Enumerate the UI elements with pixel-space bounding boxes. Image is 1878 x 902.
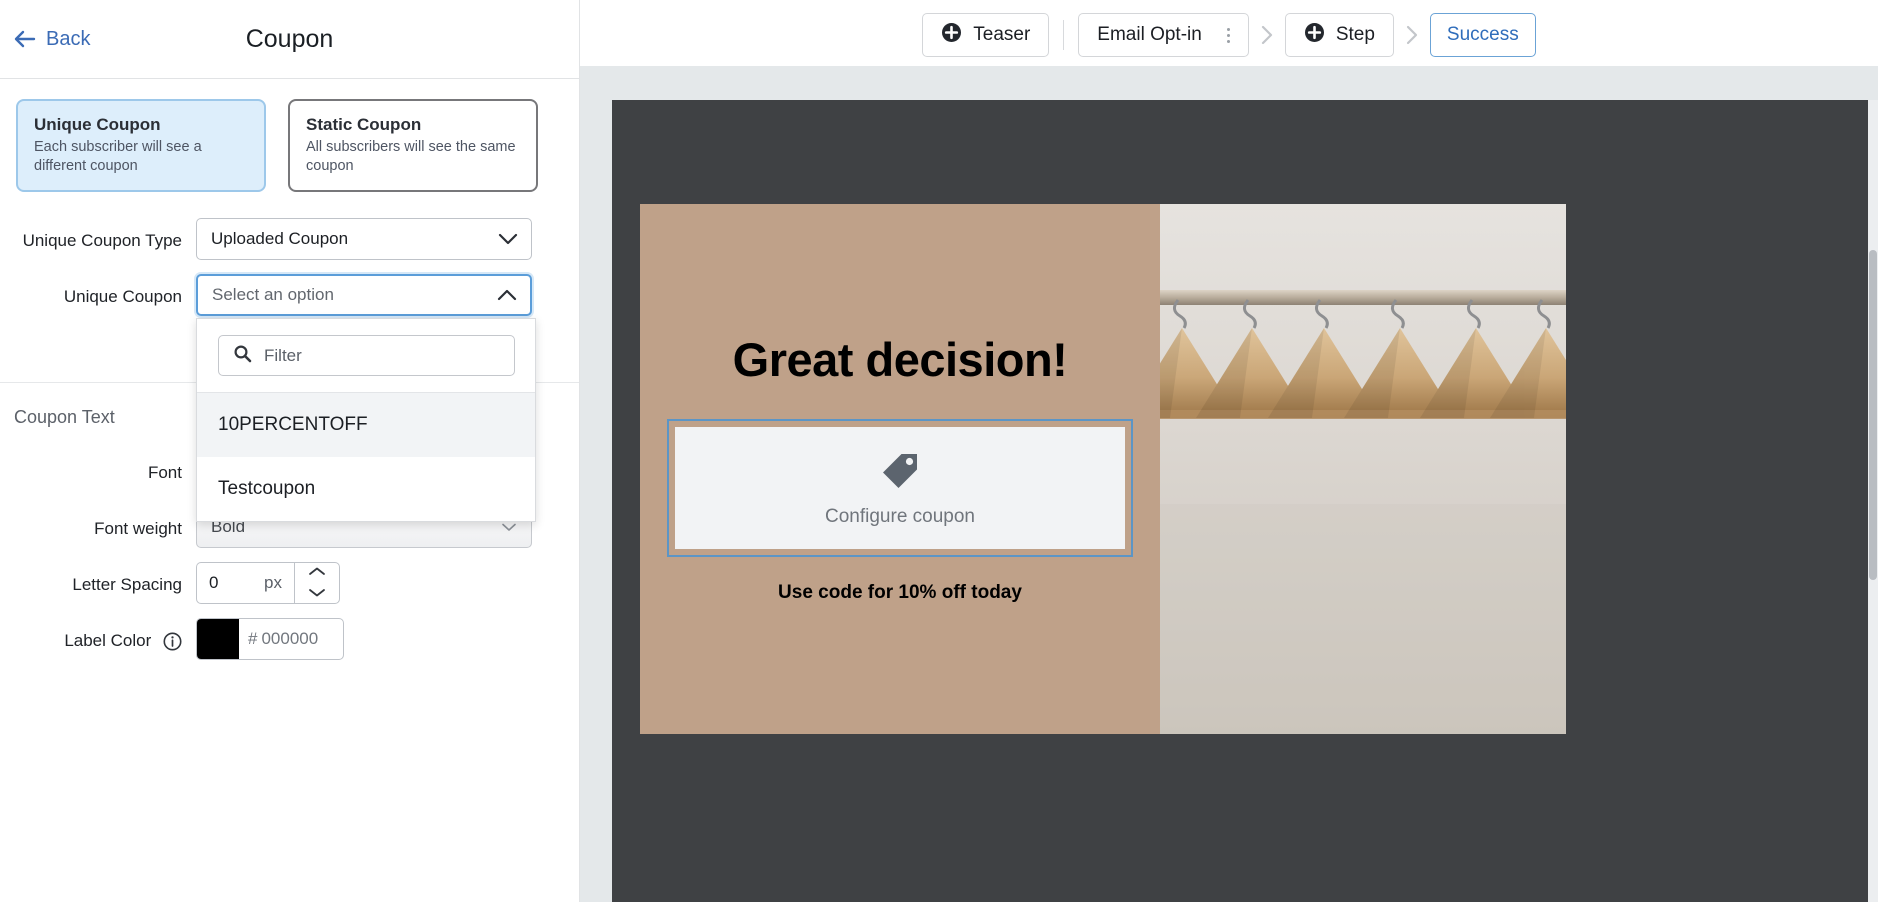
option-label: Testcoupon bbox=[218, 478, 316, 499]
dropdown-option-testcoupon[interactable]: Testcoupon bbox=[197, 457, 535, 521]
unique-coupon-dropdown-anchor: Select an option Filter 10PERCENTOFF Tes… bbox=[196, 274, 536, 522]
coupon-settings-panel: Back Coupon Unique Coupon Each subscribe… bbox=[0, 0, 580, 902]
card-title: Static Coupon bbox=[306, 115, 422, 134]
popup-subtext: Use code for 10% off today bbox=[778, 582, 1022, 603]
tag-icon bbox=[877, 448, 923, 499]
filter-input[interactable]: Filter bbox=[218, 335, 515, 376]
info-icon[interactable] bbox=[163, 632, 182, 651]
hash-symbol: # bbox=[248, 629, 258, 648]
search-icon bbox=[233, 344, 252, 368]
preview-scrollbar-thumb[interactable] bbox=[1869, 250, 1877, 580]
chevron-down-icon bbox=[497, 232, 519, 246]
add-step-button[interactable]: Step bbox=[1284, 13, 1394, 57]
preview-stage: Great decision! Configure coupon Use cod… bbox=[580, 66, 1878, 902]
field-label: Letter Spacing bbox=[72, 575, 182, 594]
coupon-type-card-static[interactable]: Static Coupon All subscribers will see t… bbox=[288, 99, 538, 192]
add-teaser-button[interactable]: Teaser bbox=[922, 13, 1050, 57]
coupon-placeholder-caption: Configure coupon bbox=[825, 506, 975, 527]
unique-coupon-dropdown-menu: Filter 10PERCENTOFF Testcoupon bbox=[196, 318, 536, 522]
field-label: Font weight bbox=[94, 519, 182, 538]
field-label: Label Color bbox=[14, 618, 196, 653]
field-row-label-color: Label Color # 000000 bbox=[0, 618, 579, 660]
letter-spacing-unit: px bbox=[264, 573, 282, 592]
unique-coupon-select[interactable]: Select an option bbox=[196, 274, 532, 316]
panel-body: Unique Coupon Each subscriber will see a… bbox=[0, 79, 579, 660]
coupon-type-card-unique[interactable]: Unique Coupon Each subscriber will see a… bbox=[16, 99, 266, 192]
step-success[interactable]: Success bbox=[1429, 13, 1536, 57]
back-label: Back bbox=[46, 27, 91, 50]
select-value: Uploaded Coupon bbox=[211, 229, 349, 248]
step-email-optin[interactable]: Email Opt-in bbox=[1078, 13, 1249, 57]
field-row-letter-spacing: Letter Spacing 0 px bbox=[0, 562, 579, 604]
chevron-up-icon bbox=[496, 288, 518, 302]
more-options-icon[interactable] bbox=[1226, 27, 1230, 43]
field-label: Unique Coupon bbox=[63, 287, 182, 306]
card-title: Unique Coupon bbox=[34, 115, 161, 134]
nav-separator bbox=[1063, 20, 1065, 50]
teaser-label: Teaser bbox=[973, 24, 1031, 45]
coupon-placeholder[interactable]: Configure coupon bbox=[675, 427, 1125, 549]
plus-circle-icon bbox=[941, 22, 962, 49]
hex-value: 000000 bbox=[261, 629, 319, 648]
success-label: Success bbox=[1446, 24, 1519, 45]
option-label: 10PERCENTOFF bbox=[218, 414, 368, 435]
chevron-down-icon[interactable] bbox=[306, 585, 328, 603]
select-placeholder: Select an option bbox=[212, 285, 334, 304]
field-row-unique-coupon: Unique Coupon Select an option Filter 10… bbox=[0, 274, 579, 522]
preview-scrollbar-track[interactable] bbox=[1868, 100, 1878, 902]
dropdown-option-10percentoff[interactable]: 10PERCENTOFF bbox=[197, 393, 535, 457]
label-color-field[interactable]: # 000000 bbox=[196, 618, 344, 660]
color-hex-input[interactable]: # 000000 bbox=[239, 619, 343, 659]
field-label: Font bbox=[147, 463, 182, 482]
field-label: Unique Coupon Type bbox=[22, 231, 182, 250]
coupon-type-card-group: Unique Coupon Each subscriber will see a… bbox=[0, 79, 579, 192]
label-color-text: Label Color bbox=[64, 631, 152, 650]
chevron-right-icon bbox=[1404, 23, 1420, 47]
dropdown-filter-area: Filter bbox=[197, 319, 535, 393]
step-label: Step bbox=[1335, 24, 1375, 45]
chevron-right-icon bbox=[1259, 23, 1275, 47]
filter-placeholder: Filter bbox=[264, 345, 302, 365]
field-row-unique-coupon-type: Unique Coupon Type Uploaded Coupon bbox=[0, 218, 579, 260]
chevron-up-icon[interactable] bbox=[306, 564, 328, 582]
popup-preview: Great decision! Configure coupon Use cod… bbox=[640, 204, 1566, 734]
plus-circle-icon bbox=[1304, 22, 1325, 49]
coupon-form: Unique Coupon Type Uploaded Coupon Uniqu… bbox=[0, 192, 579, 660]
preview-canvas: Great decision! Configure coupon Use cod… bbox=[612, 100, 1878, 902]
letter-spacing-input[interactable]: 0 px bbox=[196, 562, 294, 604]
app-root: Back Coupon Unique Coupon Each subscribe… bbox=[0, 0, 1878, 902]
arrow-left-icon bbox=[14, 30, 36, 48]
card-description: Each subscriber will see a different cou… bbox=[34, 139, 202, 175]
letter-spacing-stepper: 0 px bbox=[196, 562, 340, 604]
letter-spacing-value: 0 bbox=[209, 573, 219, 592]
popup-content-side: Great decision! Configure coupon Use cod… bbox=[640, 204, 1160, 734]
card-description: All subscribers will see the same coupon bbox=[306, 139, 516, 175]
back-button[interactable]: Back bbox=[14, 28, 90, 51]
popup-image-side bbox=[1160, 204, 1566, 734]
coupon-element-selected[interactable]: Configure coupon bbox=[667, 419, 1133, 557]
stepper-buttons[interactable] bbox=[294, 562, 340, 604]
flow-step-nav: Teaser Email Opt-in Step Success bbox=[580, 0, 1878, 66]
color-swatch[interactable] bbox=[197, 619, 239, 659]
email-optin-label: Email Opt-in bbox=[1097, 24, 1202, 45]
hangers-photo bbox=[1160, 204, 1566, 734]
unique-coupon-type-select[interactable]: Uploaded Coupon bbox=[196, 218, 532, 260]
preview-panel: Teaser Email Opt-in Step Success Great d… bbox=[580, 0, 1878, 902]
popup-heading: Great decision! bbox=[732, 333, 1068, 386]
panel-header: Back Coupon bbox=[0, 0, 579, 79]
